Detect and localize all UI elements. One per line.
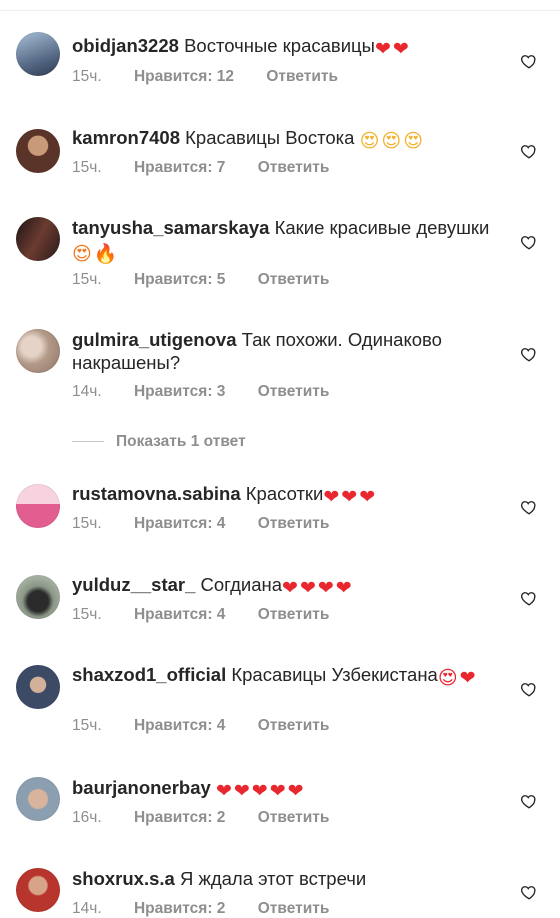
comment-text: Какие красивые девушки	[274, 217, 490, 238]
heart-outline-icon[interactable]	[520, 883, 538, 901]
comment-time: 15ч.	[72, 717, 102, 734]
heart-outline-icon[interactable]	[520, 680, 538, 698]
comment-time: 15ч.	[72, 515, 102, 532]
comment-username[interactable]: tanyusha_samarskaya	[72, 217, 269, 238]
heart-outline-icon[interactable]	[520, 142, 538, 160]
comment-username[interactable]: shoxrux.s.a	[72, 868, 175, 889]
comment-emoji: ❤❤	[374, 39, 411, 60]
avatar[interactable]	[16, 217, 60, 261]
avatar[interactable]	[16, 868, 60, 912]
comment-time: 15ч.	[72, 159, 102, 176]
comment-text: Восточные красавицы	[184, 35, 375, 56]
comment-text: Красавицы Узбекистана	[231, 664, 438, 685]
likes-count[interactable]: Нравится: 12	[134, 68, 234, 85]
reply-button[interactable]: Ответить	[258, 159, 330, 176]
comment-text: Согдиана	[200, 574, 283, 595]
comment-time: 16ч.	[72, 809, 102, 826]
avatar[interactable]	[16, 329, 60, 373]
comment-emoji: 😍🔥	[72, 244, 120, 265]
avatar[interactable]	[16, 575, 60, 619]
comment-emoji: ❤❤❤❤	[282, 578, 354, 599]
comment-username[interactable]: baurjanonerbay	[72, 777, 211, 798]
avatar[interactable]	[16, 665, 60, 709]
reply-button[interactable]: Ответить	[258, 383, 330, 400]
heart-outline-icon[interactable]	[520, 233, 538, 251]
avatar[interactable]	[16, 777, 60, 821]
reply-button[interactable]: Ответить	[258, 515, 330, 532]
replies-divider	[72, 441, 104, 443]
comment-time: 14ч.	[72, 900, 102, 917]
show-replies-button[interactable]: Показать 1 ответ	[72, 433, 246, 451]
reply-button[interactable]: Ответить	[258, 606, 330, 623]
comment-username[interactable]: kamron7408	[72, 127, 180, 148]
likes-count[interactable]: Нравится: 2	[134, 900, 225, 917]
likes-count[interactable]: Нравится: 5	[134, 271, 225, 288]
comment-time: 15ч.	[72, 68, 102, 85]
comment-emoji: 😍😍😍	[359, 131, 425, 152]
comment-text: Я ждала этот встречи	[179, 868, 367, 889]
comment-username[interactable]: gulmira_utigenova	[72, 329, 236, 350]
likes-count[interactable]: Нравится: 4	[134, 717, 225, 734]
heart-outline-icon[interactable]	[520, 792, 538, 810]
comment-emoji: 😍❤	[437, 668, 478, 689]
comment-username[interactable]: rustamovna.sabina	[72, 483, 241, 504]
comment-emoji: ❤❤❤❤❤	[215, 781, 306, 802]
comment-emoji: ❤❤❤	[323, 487, 378, 508]
comment-time: 15ч.	[72, 271, 102, 288]
heart-outline-icon[interactable]	[520, 345, 538, 363]
heart-outline-icon[interactable]	[520, 498, 538, 516]
comment-text: Красотки	[245, 483, 324, 504]
heart-outline-icon[interactable]	[520, 589, 538, 607]
comment-time: 15ч.	[72, 606, 102, 623]
reply-button[interactable]: Ответить	[258, 900, 330, 917]
likes-count[interactable]: Нравится: 4	[134, 515, 225, 532]
reply-button[interactable]: Ответить	[266, 68, 338, 85]
heart-outline-icon[interactable]	[520, 52, 538, 70]
comment-username[interactable]: shaxzod1_official	[72, 664, 226, 685]
reply-button[interactable]: Ответить	[258, 809, 330, 826]
avatar[interactable]	[16, 32, 60, 76]
likes-count[interactable]: Нравится: 7	[134, 159, 225, 176]
likes-count[interactable]: Нравится: 4	[134, 606, 225, 623]
comment-text: Красавицы Востока	[185, 127, 355, 148]
comment-username[interactable]: obidjan3228	[72, 35, 179, 56]
reply-button[interactable]: Ответить	[258, 717, 330, 734]
top-divider	[0, 10, 560, 11]
likes-count[interactable]: Нравится: 2	[134, 809, 225, 826]
comment-time: 14ч.	[72, 383, 102, 400]
reply-button[interactable]: Ответить	[258, 271, 330, 288]
avatar[interactable]	[16, 484, 60, 528]
likes-count[interactable]: Нравится: 3	[134, 383, 225, 400]
show-replies-label: Показать 1 ответ	[116, 433, 246, 450]
comment-username[interactable]: yulduz__star_	[72, 574, 195, 595]
avatar[interactable]	[16, 129, 60, 173]
